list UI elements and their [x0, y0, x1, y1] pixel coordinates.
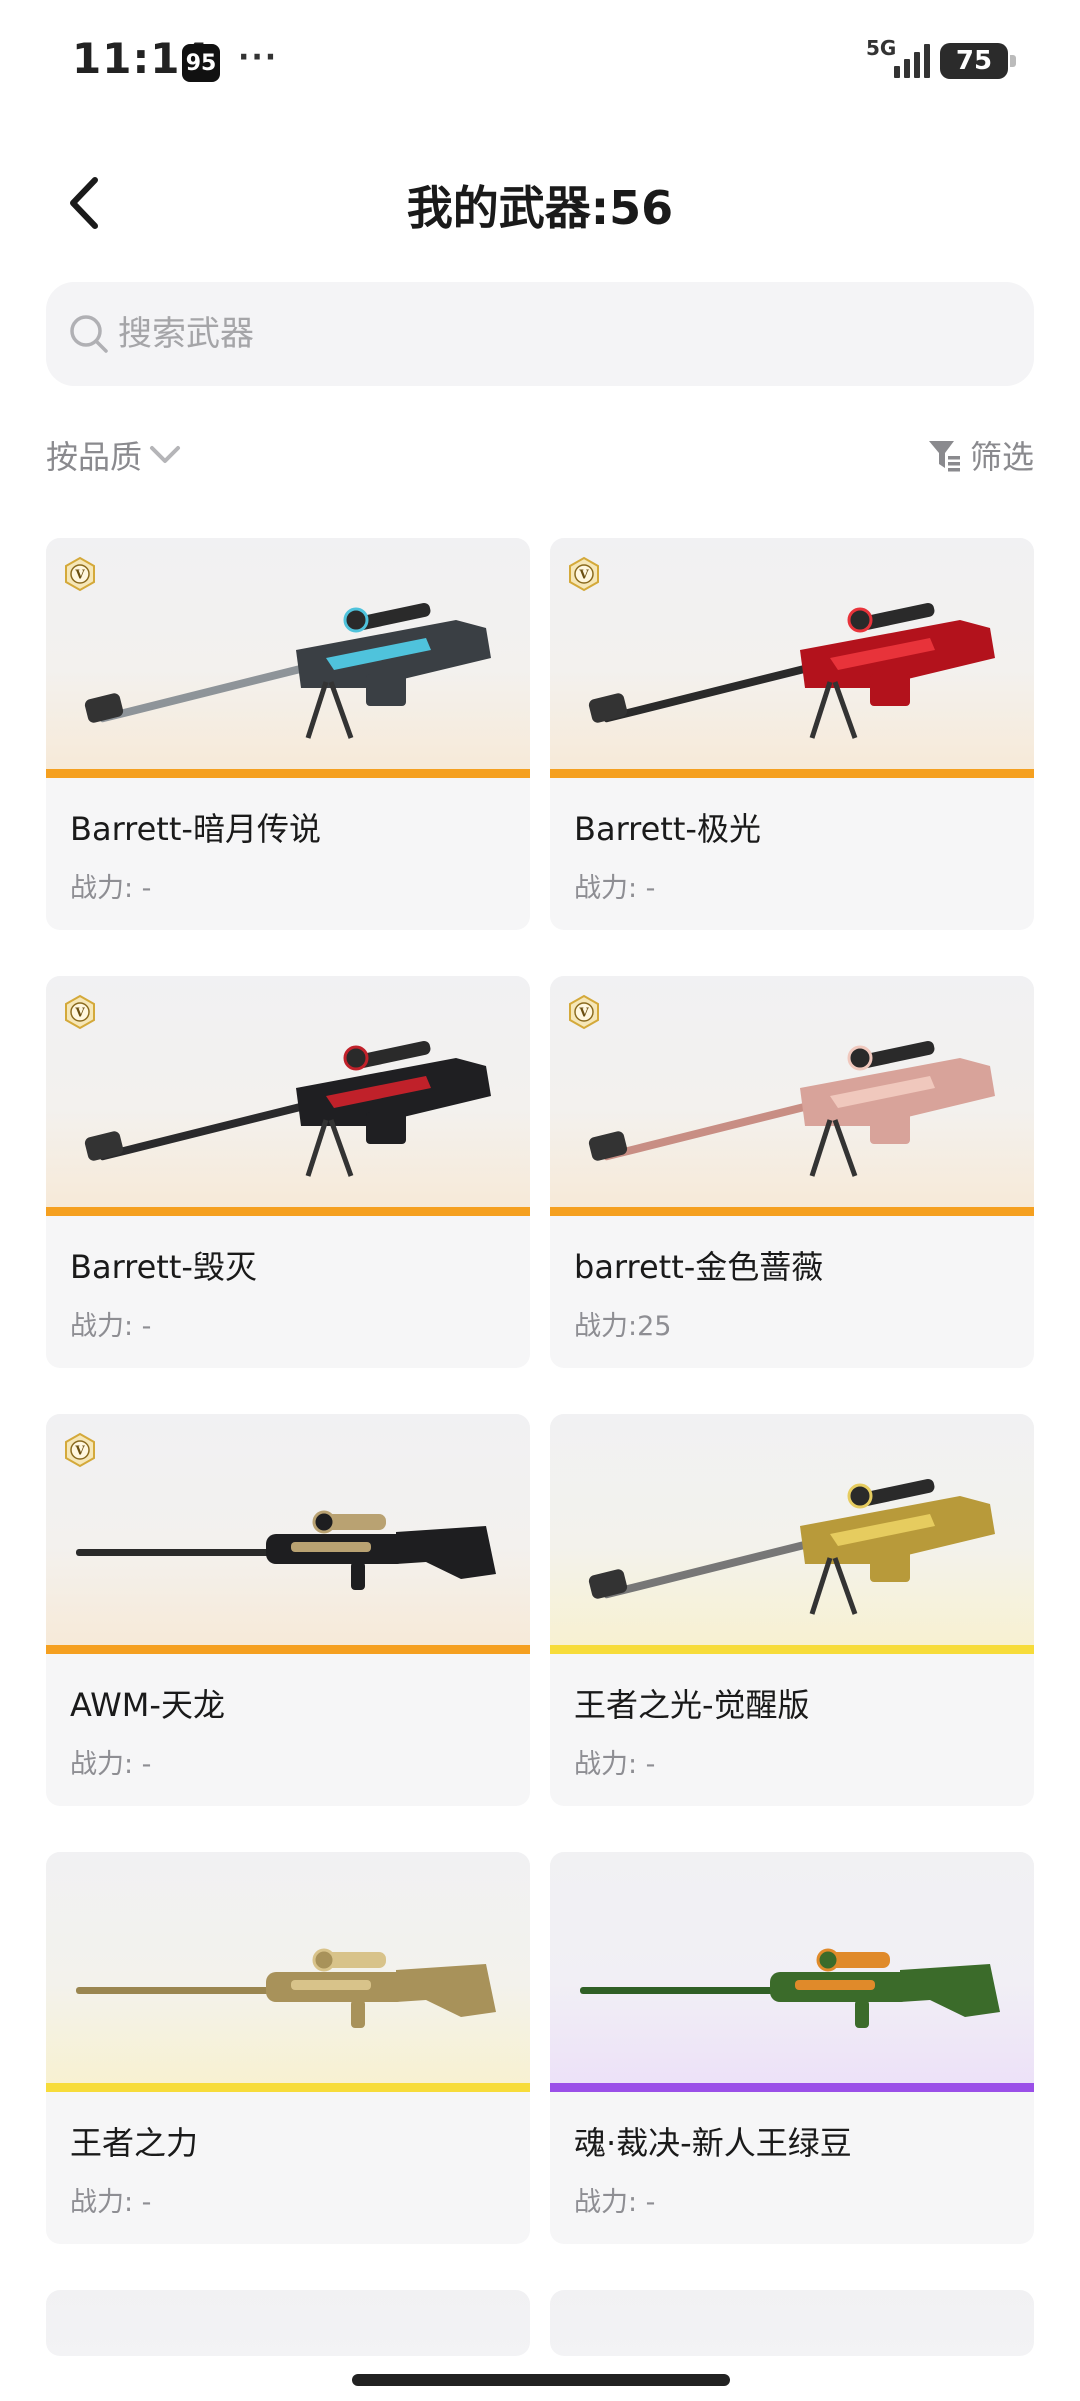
more-notifications-icon: ···: [238, 40, 279, 75]
rarity-stripe: [550, 1645, 1034, 1654]
search-icon: [70, 315, 108, 353]
weapon-image: [588, 1040, 995, 1177]
filter-label: 筛选: [969, 438, 1034, 476]
weapon-card[interactable]: V Barrett-毁灭战力: -: [46, 976, 530, 1368]
rarity-stripe: [46, 2083, 530, 2092]
weapon-power: 战力: -: [70, 873, 152, 904]
vip-quality-badge-icon: V: [65, 556, 95, 592]
weapon-image-area: V: [46, 976, 530, 1216]
vip-quality-badge-icon: V: [65, 1432, 95, 1468]
weapon-image: [580, 1948, 1000, 2028]
svg-text:V: V: [74, 1006, 85, 1020]
nav-bar: 我的武器:56: [0, 150, 1080, 260]
weapon-card[interactable]: 魂·裁决-新人王绿豆战力: -: [550, 1852, 1034, 2244]
app-notification-icon: 95: [182, 44, 220, 82]
weapon-name: Barrett-毁灭: [70, 1248, 257, 1286]
vip-quality-badge-icon: V: [65, 994, 95, 1030]
weapon-name: Barrett-极光: [574, 810, 761, 848]
weapon-name: 魂·裁决-新人王绿豆: [574, 2124, 852, 2162]
rarity-stripe: [550, 1207, 1034, 1216]
weapon-image: [76, 1948, 496, 2028]
page-title: 我的武器:56: [406, 181, 674, 235]
weapon-name: AWM-天龙: [70, 1686, 225, 1724]
weapon-image-area: V: [550, 976, 1034, 1216]
rarity-stripe: [550, 769, 1034, 778]
chevron-down-icon: [150, 446, 181, 463]
vip-quality-badge-icon: V: [569, 994, 599, 1030]
filter-row: 按品质 筛选: [46, 432, 1034, 488]
weapon-image: [76, 1510, 496, 1590]
battery-icon: 75: [940, 43, 1016, 79]
svg-text:V: V: [74, 568, 85, 582]
weapon-card-partial[interactable]: [46, 2290, 530, 2356]
weapon-power: 战力: -: [70, 2187, 152, 2218]
weapon-card[interactable]: V Barrett-暗月传说战力: -: [46, 538, 530, 930]
filter-funnel-icon: [928, 441, 960, 472]
weapon-image-area: [550, 1414, 1034, 1654]
weapon-image-area: V: [550, 538, 1034, 778]
sort-by-quality-dropdown[interactable]: 按品质: [46, 432, 182, 478]
weapon-name: 王者之光-觉醒版: [574, 1686, 810, 1724]
weapon-power: 战力: -: [574, 873, 656, 904]
rarity-stripe: [46, 1645, 530, 1654]
rarity-stripe: [46, 1207, 530, 1216]
home-indicator[interactable]: [352, 2374, 730, 2386]
status-bar: 11:14 95 ··· 5G 75: [0, 0, 1080, 124]
search-box[interactable]: [46, 282, 1034, 386]
vip-quality-badge-icon: V: [569, 556, 599, 592]
weapon-power: 战力: -: [70, 1311, 152, 1342]
filter-button[interactable]: 筛选: [926, 432, 1034, 478]
svg-text:V: V: [578, 1006, 589, 1020]
weapon-card[interactable]: Vbarrett-金色蔷薇战力:25: [550, 976, 1034, 1368]
weapon-image: [588, 602, 995, 739]
weapon-name: 王者之力: [70, 2124, 199, 2162]
weapon-image-area: [550, 1852, 1034, 2092]
weapon-power: 战力: -: [70, 1749, 152, 1780]
weapon-power: 战力: -: [574, 2187, 656, 2218]
weapon-power: 战力:25: [574, 1311, 672, 1342]
search-input[interactable]: [118, 314, 998, 354]
weapon-image: [84, 602, 491, 739]
weapon-image-area: [46, 1852, 530, 2092]
signal-icon: [894, 44, 930, 78]
weapon-card[interactable]: 王者之光-觉醒版战力: -: [550, 1414, 1034, 1806]
weapon-name: Barrett-暗月传说: [70, 810, 321, 848]
weapon-card[interactable]: V Barrett-极光战力: -: [550, 538, 1034, 930]
sort-label: 按品质: [46, 438, 143, 476]
weapon-card[interactable]: V AWM-天龙战力: -: [46, 1414, 530, 1806]
weapon-image: [84, 1040, 491, 1177]
weapon-image: [588, 1478, 995, 1615]
weapon-card-partial[interactable]: [550, 2290, 1034, 2356]
weapon-name: barrett-金色蔷薇: [574, 1248, 824, 1286]
weapon-card[interactable]: 王者之力战力: -: [46, 1852, 530, 2244]
weapon-image-area: V: [46, 538, 530, 778]
svg-text:V: V: [74, 1444, 85, 1458]
weapon-power: 战力: -: [574, 1749, 656, 1780]
rarity-stripe: [550, 2083, 1034, 2092]
weapon-image-area: V: [46, 1414, 530, 1654]
rarity-stripe: [46, 769, 530, 778]
svg-text:V: V: [578, 568, 589, 582]
